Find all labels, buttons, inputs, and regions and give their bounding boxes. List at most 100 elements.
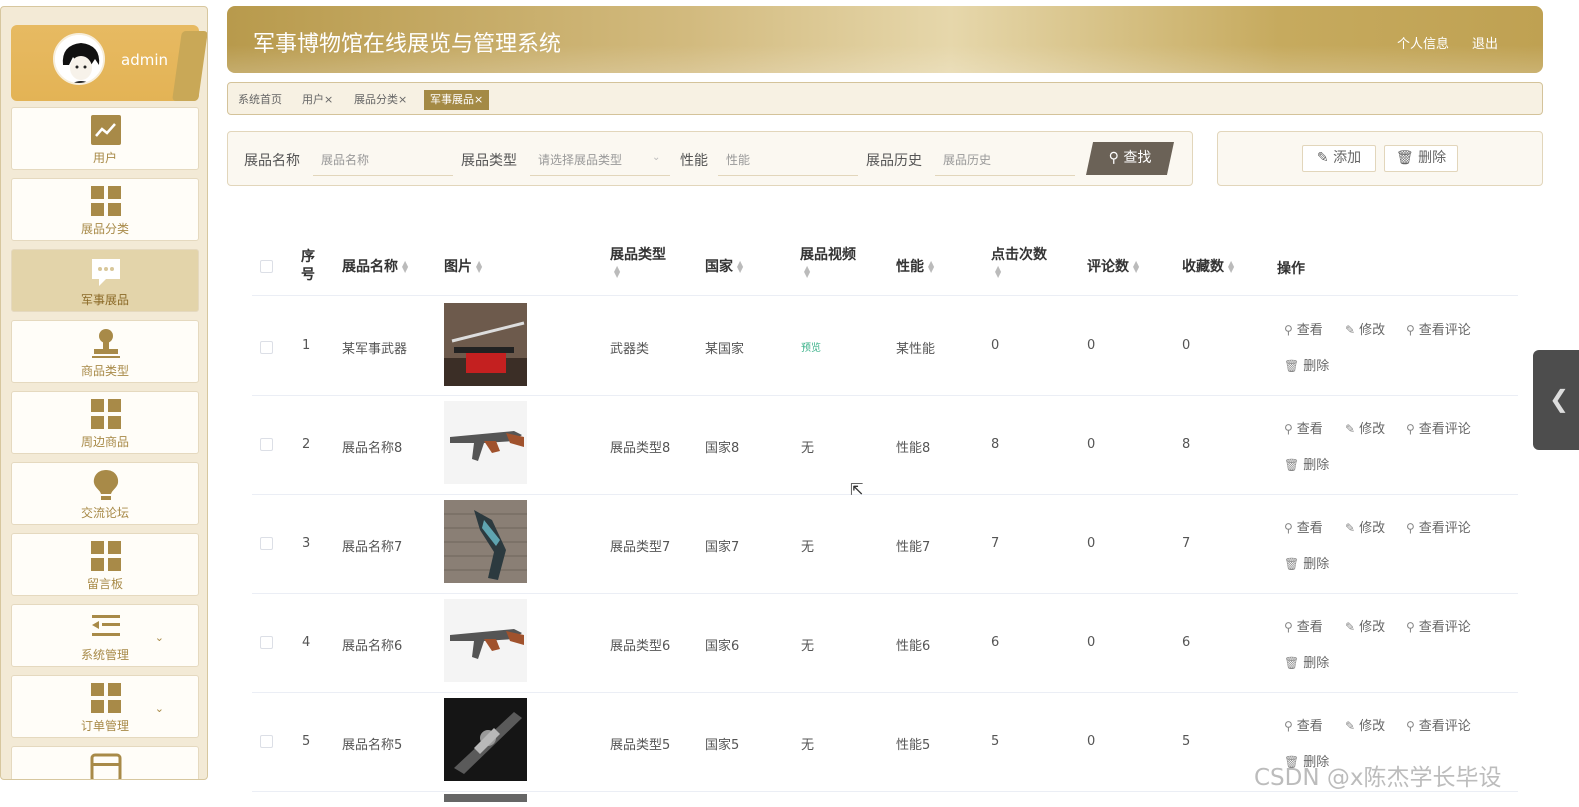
row-checkbox[interactable] [260, 537, 273, 550]
cell-comments: 0 [1087, 536, 1096, 551]
view-button[interactable]: ⚲ 查看 [1284, 616, 1323, 635]
search-icon: ⚲ [1284, 719, 1293, 733]
sidebar-item-order-management[interactable]: 订单管理 ⌄ [11, 675, 199, 738]
close-icon[interactable]: × [324, 93, 333, 106]
cell-country: 国家8 [705, 441, 740, 456]
performance-input[interactable]: 性能 [718, 144, 858, 176]
cell-index: 2 [302, 437, 311, 452]
exhibit-image[interactable] [444, 599, 527, 682]
video-preview-link[interactable]: 预览 [801, 339, 821, 354]
table-row: 1 某军事武器 武器类 某国家 预览 某性能 0 0 0 ⚲ 查看 ✎ 修改 ⚲ 查看… [252, 297, 1518, 396]
col-name[interactable]: 展品名称 ▲ ▼ [342, 256, 408, 276]
logout-link[interactable]: 退出 [1472, 33, 1498, 52]
col-type[interactable]: 展品类型 ▲ ▼ [610, 244, 666, 280]
edit-icon: ✎ [1345, 323, 1356, 337]
search-icon: ⚲ [1406, 422, 1415, 436]
history-label: 展品历史 [866, 153, 922, 169]
search-button[interactable]: ⚲ 查找 [1086, 142, 1174, 175]
view-button[interactable]: ⚲ 查看 [1284, 715, 1323, 734]
cell-performance: 某性能 [896, 342, 936, 357]
name-label: 展品名称 [244, 153, 300, 169]
history-input[interactable]: 展品历史 [935, 144, 1075, 176]
cell-favorites: 8 [1182, 437, 1191, 452]
col-performance[interactable]: 性能 ▲ ▼ [896, 256, 934, 276]
add-button[interactable]: ✎ 添加 [1302, 145, 1376, 172]
sidebar-item-message-board[interactable]: 留言板 [11, 533, 199, 596]
row-checkbox[interactable] [260, 438, 273, 451]
list-icon [92, 615, 120, 636]
edit-button[interactable]: ✎ 修改 [1345, 418, 1385, 437]
chart-line-icon [91, 115, 121, 145]
sidebar-item-label: 周边商品 [80, 435, 129, 449]
col-image[interactable]: 图片 ▲ ▼ [444, 256, 482, 276]
edit-button[interactable]: ✎ 修改 [1345, 517, 1385, 536]
delete-row-button[interactable]: 🗑 删除 [1284, 652, 1329, 671]
cell-name: 展品名称7 [342, 540, 403, 555]
edit-button[interactable]: ✎ 修改 [1345, 616, 1385, 635]
col-country[interactable]: 国家 ▲ ▼ [705, 256, 743, 276]
type-select[interactable]: 请选择展品类型 [530, 144, 670, 176]
search-icon: ⚲ [1406, 521, 1415, 535]
card-icon [90, 753, 122, 779]
exhibit-image[interactable] [444, 303, 527, 386]
view-comments-button[interactable]: ⚲ 查看评论 [1406, 418, 1471, 437]
exhibit-image[interactable] [444, 698, 527, 781]
cell-performance: 性能8 [896, 441, 931, 456]
select-all-checkbox[interactable] [260, 260, 273, 273]
view-comments-button[interactable]: ⚲ 查看评论 [1406, 616, 1471, 635]
name-input[interactable]: 展品名称 [313, 144, 453, 176]
close-icon[interactable]: × [474, 93, 483, 106]
sidebar-item-exhibit-category[interactable]: 展品分类 [11, 178, 199, 241]
table-row: 3 展品名称7 展品类型7 国家7 无 性能7 7 0 7 ⚲ 查看 ✎ 修改 ⚲ 查… [252, 495, 1518, 594]
col-favorites[interactable]: 收藏数 ▲ ▼ [1182, 256, 1234, 276]
col-comments[interactable]: 评论数 ▲ ▼ [1087, 256, 1139, 276]
exhibit-image[interactable] [444, 500, 527, 583]
row-checkbox[interactable] [260, 636, 273, 649]
cell-index: 3 [302, 536, 311, 551]
stamp-icon [92, 329, 120, 358]
exhibit-image[interactable] [444, 401, 527, 484]
tab-exhibit-category[interactable]: 展品分类× [348, 90, 413, 110]
sidebar-item-military-exhibits[interactable]: 军事展品 [11, 249, 199, 312]
col-clicks[interactable]: 点击次数 ▲ ▼ [991, 244, 1047, 280]
cell-clicks: 7 [991, 536, 1000, 551]
sidebar-item-merchandise[interactable]: 周边商品 [11, 391, 199, 454]
chat-bubble-icon [92, 259, 120, 286]
delete-button[interactable]: 🗑 删除 [1384, 145, 1458, 172]
profile-link[interactable]: 个人信息 [1397, 33, 1449, 52]
row-checkbox[interactable] [260, 341, 273, 354]
close-icon[interactable]: × [398, 93, 407, 106]
tab-home[interactable]: 系统首页 [232, 90, 288, 110]
sort-icon: ▲ ▼ [614, 264, 621, 279]
cell-performance: 性能6 [896, 639, 931, 654]
sidebar-item-more[interactable]: ⌄ [11, 746, 199, 779]
view-button[interactable]: ⚲ 查看 [1284, 319, 1323, 338]
sidebar-item-label: 展品分类 [80, 222, 129, 236]
tab-users[interactable]: 用户× [296, 90, 339, 110]
view-comments-button[interactable]: ⚲ 查看评论 [1406, 319, 1471, 338]
view-button[interactable]: ⚲ 查看 [1284, 517, 1323, 536]
view-comments-button[interactable]: ⚲ 查看评论 [1406, 517, 1471, 536]
tabs-bar: 系统首页 用户× 展品分类× 军事展品× [227, 82, 1543, 115]
sidebar-item-users[interactable]: 用户 [11, 107, 199, 170]
sort-icon: ▲ ▼ [928, 259, 935, 274]
view-comments-button[interactable]: ⚲ 查看评论 [1406, 715, 1471, 734]
delete-row-button[interactable]: 🗑 删除 [1284, 454, 1329, 473]
row-checkbox[interactable] [260, 735, 273, 748]
tab-military-exhibits[interactable]: 军事展品× [424, 90, 490, 110]
sort-icon: ▲ ▼ [995, 264, 1002, 279]
delete-row-button[interactable]: 🗑 删除 [1284, 553, 1329, 572]
view-button[interactable]: ⚲ 查看 [1284, 418, 1323, 437]
user-profile[interactable]: admin [11, 25, 207, 101]
drawer-toggle[interactable]: ❮ [1533, 350, 1579, 450]
delete-row-button[interactable]: 🗑 删除 [1284, 355, 1329, 374]
sidebar-item-system-management[interactable]: 系统管理 ⌄ [11, 604, 199, 667]
avatar [53, 33, 105, 85]
sidebar-item-product-type[interactable]: 商品类型 [11, 320, 199, 383]
cell-type: 展品类型7 [610, 540, 671, 555]
col-video[interactable]: 展品视频 ▲ ▼ [800, 244, 856, 280]
edit-button[interactable]: ✎ 修改 [1345, 319, 1385, 338]
edit-button[interactable]: ✎ 修改 [1345, 715, 1385, 734]
sidebar-item-forum[interactable]: 交流论坛 [11, 462, 199, 525]
trash-icon: 🗑 [1284, 656, 1300, 670]
